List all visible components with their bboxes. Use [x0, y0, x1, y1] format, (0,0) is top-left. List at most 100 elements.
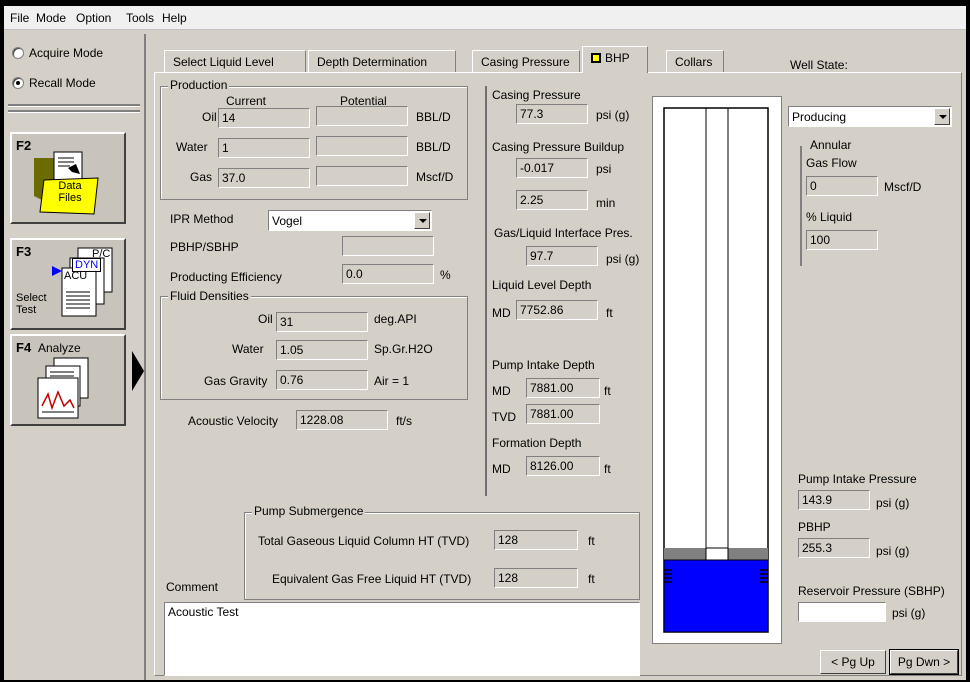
- formation-md-field[interactable]: 8126.00: [526, 456, 600, 476]
- annular-gas-flow-field[interactable]: 0: [806, 176, 878, 196]
- casing-buildup-field[interactable]: -0.017: [516, 158, 588, 178]
- total-column-label: Total Gaseous Liquid Column HT (TVD): [258, 534, 470, 548]
- gl-interface-field[interactable]: 97.7: [526, 246, 598, 266]
- percent-liquid-field[interactable]: 100: [806, 230, 878, 250]
- f4-key-label: F4: [16, 340, 32, 355]
- f3-key-label: F3: [16, 244, 32, 259]
- production-title: Production: [168, 78, 230, 92]
- fluid-oil-field[interactable]: 31: [276, 312, 368, 332]
- pbhp-sbhp-field[interactable]: [342, 236, 434, 256]
- gas-free-label: Equivalent Gas Free Liquid HT (TVD): [272, 572, 472, 586]
- acu-doc-label: ACU: [64, 270, 88, 282]
- pump-intake-unit: ft: [604, 384, 611, 398]
- fluid-densities-title: Fluid Densities: [168, 289, 251, 303]
- f4-analyze-button[interactable]: F4 Analyze: [10, 334, 126, 426]
- gas-gravity-field[interactable]: 0.76: [276, 370, 368, 390]
- liquid-level-md-field[interactable]: 7752.86: [516, 300, 598, 320]
- producting-efficiency-field[interactable]: 0.0: [342, 264, 434, 284]
- tab-marker-icon: [591, 53, 601, 63]
- liquid-level-md-label: MD: [492, 306, 511, 320]
- acoustic-velocity-field[interactable]: 1228.08: [296, 410, 388, 430]
- tab-collars[interactable]: Collars: [666, 50, 724, 72]
- gl-interface-unit: psi (g): [606, 252, 640, 266]
- water-current-field[interactable]: 1: [218, 138, 310, 158]
- water-unit: BBL/D: [416, 140, 451, 154]
- formation-unit: ft: [604, 462, 611, 476]
- pg-down-button[interactable]: Pg Dwn >: [889, 649, 959, 675]
- efficiency-unit: %: [440, 268, 451, 282]
- f3-select-test-button[interactable]: F3 P/C DYN ACU Select Test: [10, 238, 126, 330]
- menu-file[interactable]: File: [10, 11, 29, 25]
- recall-mode-label: Recall Mode: [29, 76, 96, 90]
- pbhp-field[interactable]: 255.3: [798, 538, 870, 558]
- pump-intake-md-field[interactable]: 7881.00: [526, 378, 600, 398]
- pbhp-label: PBHP: [798, 520, 831, 534]
- tab-bhp[interactable]: BHP: [582, 46, 648, 73]
- oil-unit: BBL/D: [416, 110, 451, 124]
- liquid-level-unit: ft: [606, 306, 613, 320]
- pump-intake-tvd-field[interactable]: 7881.00: [526, 404, 600, 424]
- buildup-time-unit: min: [596, 196, 616, 210]
- chevron-down-icon[interactable]: [414, 212, 430, 229]
- well-state-label: Well State:: [790, 58, 848, 72]
- tab-select-liquid-level[interactable]: Select Liquid Level: [164, 50, 306, 72]
- gas-free-unit: ft: [588, 572, 595, 586]
- casing-pressure-unit: psi (g): [596, 108, 630, 122]
- gas-free-field[interactable]: 128: [494, 568, 578, 588]
- chart-documents-icon: [37, 357, 89, 419]
- gas-current-field[interactable]: 37.0: [218, 168, 310, 188]
- annular-group: [800, 146, 802, 266]
- app-window: File Mode Option Tools Help Acquire Mode…: [4, 6, 966, 680]
- pump-submergence-group: [244, 512, 640, 600]
- casing-pressure-field[interactable]: 77.3: [516, 104, 588, 124]
- radio-off-icon: [12, 47, 24, 59]
- ipr-method-select[interactable]: Vogel: [268, 210, 432, 231]
- menu-mode[interactable]: Mode: [36, 11, 66, 25]
- menu-help[interactable]: Help: [162, 11, 187, 25]
- menu-option[interactable]: Option: [76, 11, 111, 25]
- ipr-method-label: IPR Method: [170, 212, 234, 226]
- acquire-mode-radio[interactable]: Acquire Mode: [12, 46, 103, 60]
- tab-label: Depth Determination: [317, 55, 428, 69]
- casing-buildup-unit: psi: [596, 162, 612, 176]
- current-step-arrow-icon: [132, 351, 144, 391]
- pbhp-sbhp-label: PBHP/SBHP: [170, 240, 239, 254]
- recall-mode-radio[interactable]: Recall Mode: [12, 76, 96, 90]
- wellbore-diagram: [652, 96, 782, 644]
- tab-label: Collars: [675, 55, 713, 69]
- gas-gravity-label: Gas Gravity: [204, 374, 268, 388]
- formation-md-label: MD: [492, 462, 511, 476]
- casing-pressure-label: Casing Pressure: [492, 88, 581, 102]
- well-state-select[interactable]: Producing: [788, 106, 952, 127]
- f2-data-files-button[interactable]: F2 Data Files: [10, 132, 126, 224]
- percent-liquid-label: % Liquid: [806, 210, 853, 224]
- buildup-time-field[interactable]: 2.25: [516, 190, 588, 210]
- menu-tools[interactable]: Tools: [126, 11, 154, 25]
- pump-intake-pressure-field[interactable]: 143.9: [798, 490, 870, 510]
- casing-buildup-label: Casing Pressure Buildup: [492, 140, 625, 154]
- total-column-field[interactable]: 128: [494, 530, 578, 550]
- water-potential-field[interactable]: [316, 136, 408, 156]
- f2-label: Data Files: [58, 180, 82, 204]
- gas-potential-field[interactable]: [316, 166, 408, 186]
- liquid-level-label: Liquid Level Depth: [492, 278, 592, 292]
- comment-textarea[interactable]: Acoustic Test: [164, 602, 640, 676]
- pump-intake-pressure-label: Pump Intake Pressure: [798, 472, 917, 486]
- oil-current-field[interactable]: 14: [218, 108, 310, 128]
- pip-unit: psi (g): [876, 496, 910, 510]
- annular-title: Annular: [808, 138, 854, 152]
- column-divider: [485, 86, 487, 496]
- tab-casing-pressure[interactable]: Casing Pressure: [472, 50, 580, 72]
- tab-depth-determination[interactable]: Depth Determination: [308, 50, 456, 72]
- gas-flow-unit: Mscf/D: [884, 180, 922, 194]
- ipr-method-value: Vogel: [272, 214, 303, 228]
- radio-on-icon: [12, 77, 24, 89]
- reservoir-pressure-field[interactable]: [798, 602, 886, 622]
- f4-label: Analyze: [38, 341, 81, 355]
- comment-label: Comment: [166, 580, 219, 594]
- pg-up-button[interactable]: < Pg Up: [820, 650, 886, 674]
- chevron-down-icon[interactable]: [934, 108, 950, 125]
- oil-potential-field[interactable]: [316, 106, 408, 126]
- reservoir-pressure-label: Reservoir Pressure (SBHP): [798, 584, 945, 598]
- fluid-water-field[interactable]: 1.05: [276, 340, 368, 360]
